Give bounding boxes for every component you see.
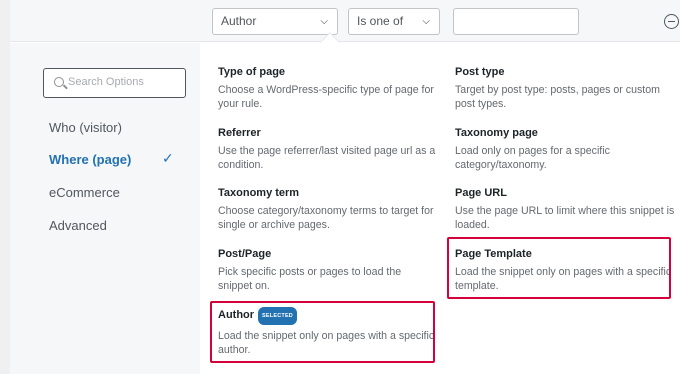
sidebar-item-advanced[interactable]: Advanced [49, 218, 107, 233]
option-description: Choose a WordPress-specific type of page… [218, 84, 434, 110]
option-title: Type of page [218, 66, 286, 78]
option-taxonomy-term[interactable]: Taxonomy term Choose category/taxonomy t… [218, 186, 438, 232]
option-page-url[interactable]: Page URL Use the page URL to limit where… [455, 186, 675, 232]
option-post-type[interactable]: Post type Target by post type: posts, pa… [455, 65, 675, 111]
option-title: Page URL [455, 187, 507, 199]
rule-value-input[interactable] [453, 8, 579, 35]
remove-rule-icon[interactable] [664, 14, 679, 29]
rule-row: Author ⌵ Is one of ⌵ [10, 0, 680, 42]
option-title: Post type [455, 66, 505, 78]
field-select[interactable]: Author ⌵ [212, 8, 338, 35]
field-select-value: Author [221, 14, 257, 28]
option-description: Use the page URL to limit where this sni… [455, 205, 675, 231]
sidebar-item-where-page[interactable]: Where (page) [49, 152, 131, 167]
option-title: Taxonomy term [218, 187, 300, 199]
option-description: Load only on pages for a specific catego… [455, 145, 610, 171]
option-description: Pick specific posts or pages to load the… [218, 266, 402, 292]
operator-select-value: Is one of [357, 14, 404, 28]
option-taxonomy-page[interactable]: Taxonomy page Load only on pages for a s… [455, 126, 675, 172]
highlight-box-page-template [447, 237, 671, 299]
option-post-page[interactable]: Post/Page Pick specific posts or pages t… [218, 247, 438, 293]
option-description: Choose category/taxonomy terms to target… [218, 205, 434, 231]
operator-select[interactable]: Is one of ⌵ [348, 8, 440, 35]
option-description: Target by post type: posts, pages or cus… [455, 84, 660, 110]
check-icon: ✓ [162, 150, 174, 166]
option-title: Taxonomy page [455, 127, 538, 139]
option-description: Use the page referrer/last visited page … [218, 145, 436, 171]
option-referrer[interactable]: Referrer Use the page referrer/last visi… [218, 126, 438, 172]
sidebar-item-ecommerce[interactable]: eCommerce [49, 185, 120, 200]
page-background-strip [0, 0, 10, 374]
search-icon [54, 77, 64, 87]
options-list: Type of page Choose a WordPress-specific… [200, 43, 680, 374]
conditional-logic-panel: Author ⌵ Is one of ⌵ Search Options Who … [10, 0, 680, 374]
chevron-down-icon: ⌵ [320, 16, 328, 27]
sidebar-item-who-visitor[interactable]: Who (visitor) [49, 120, 122, 135]
option-title: Post/Page [218, 248, 272, 260]
search-placeholder: Search Options [68, 76, 144, 88]
chevron-down-icon: ⌵ [422, 16, 430, 27]
option-title: Referrer [218, 127, 261, 139]
option-type-of-page[interactable]: Type of page Choose a WordPress-specific… [218, 65, 438, 111]
search-options-input[interactable]: Search Options [43, 68, 186, 98]
options-sidebar: Search Options Who (visitor) Where (page… [10, 43, 200, 374]
highlight-box-author [210, 301, 435, 363]
